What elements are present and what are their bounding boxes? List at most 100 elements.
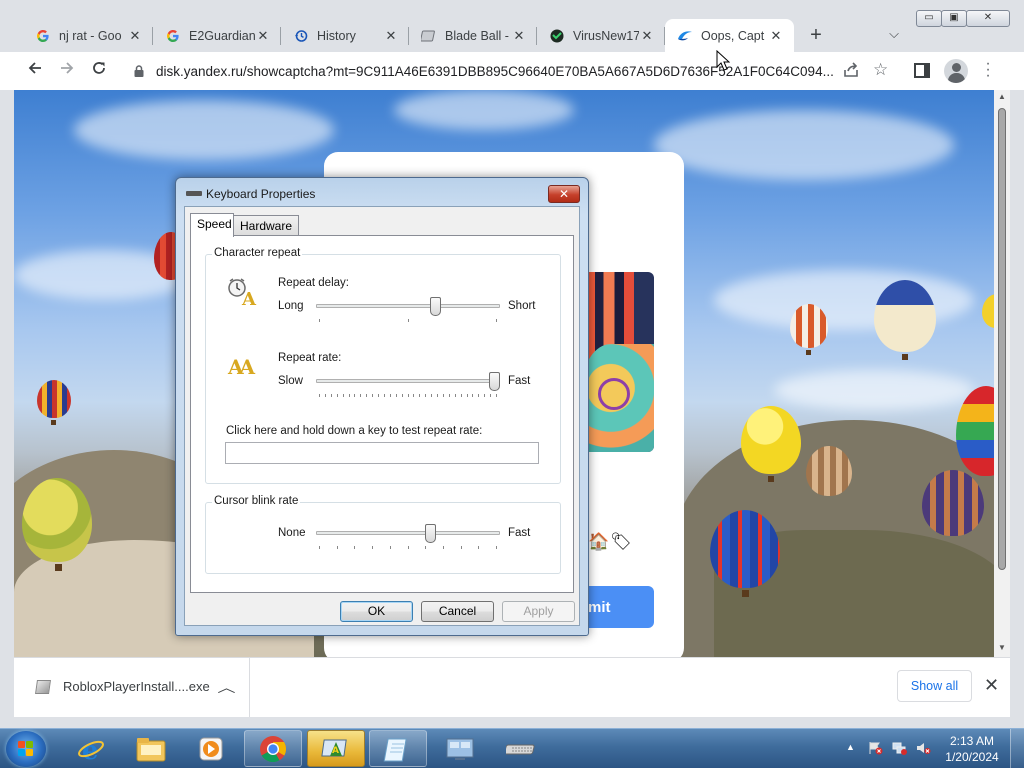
control-panel-icon[interactable]: A [307,730,365,767]
maximize-button[interactable]: ▣ [941,10,967,27]
group-label: Character repeat [212,247,303,259]
test-repeat-input[interactable] [225,442,539,464]
tab-blade-ball[interactable]: Blade Ball - ✕ [409,19,537,52]
repeat-rate-slider[interactable] [316,370,500,400]
tab-nj-rat[interactable]: nj rat - Goo ✕ [23,19,153,52]
tab-strip: nj rat - Goo ✕ E2Guardian ✕ History ✕ Bl… [0,0,1024,52]
apply-button[interactable]: Apply [502,601,575,622]
repeat-rate-min-label: Slow [278,375,303,387]
captcha-image[interactable] [582,272,654,452]
chevron-up-icon[interactable]: ︿ [217,677,235,696]
history-clock-icon [293,28,309,44]
media-player-icon[interactable] [182,730,240,767]
repeat-delay-min-label: Long [278,300,304,312]
display-settings-icon[interactable] [431,730,489,767]
page-scrollbar[interactable]: ▲ ▼ [994,90,1010,657]
tab-oops-captcha[interactable]: Oops, Capt ✕ [665,19,794,52]
address-bar[interactable]: disk.yandex.ru/showcaptcha?mt=9C911A46E6… [118,57,898,85]
tab-close-icon[interactable]: ✕ [255,28,271,44]
download-item[interactable]: RobloxPlayerInstall....exe ︿ [14,658,250,717]
ok-button[interactable]: OK [340,601,413,622]
side-panel-icon[interactable] [914,63,930,78]
keyboard-properties-dialog: Keyboard Properties ✕ Speed Hardware Cha… [175,177,589,636]
volume-muted-icon[interactable] [916,741,931,755]
clock-date[interactable]: 1/20/2024 [940,750,1004,764]
mouse-cursor-icon [716,49,731,72]
submit-button[interactable]: mit [582,586,654,628]
tab-title: Oops, Capt [701,28,765,43]
tab-hardware[interactable]: Hardware [233,215,299,236]
lock-icon[interactable] [132,64,146,78]
dialog-title: Keyboard Properties [206,187,316,201]
speed-tab-page: Character repeat A Repeat delay: Long Sh… [190,235,574,593]
minimize-button[interactable]: ▭ [916,10,942,27]
cursor-blink-min-label: None [278,527,306,539]
tab-title: Blade Ball - [445,28,509,43]
slider-ticks [319,546,497,550]
cursor-blink-max-label: Fast [508,527,531,539]
tab-close-icon[interactable]: ✕ [639,28,655,44]
tab-close-icon[interactable]: ✕ [768,28,784,44]
url-text[interactable]: disk.yandex.ru/showcaptcha?mt=9C911A46E6… [156,64,836,79]
cloud [654,110,954,180]
repeat-rate-aa-icon: AA [228,355,255,379]
installer-file-icon [35,680,51,694]
keyboard-icon [186,191,202,196]
google-g-icon [165,28,181,44]
network-icon[interactable] [892,741,907,755]
file-explorer-icon[interactable] [122,730,180,767]
cloud [74,100,334,160]
svg-text:A: A [332,746,339,756]
bookmark-star-icon[interactable]: ☆ [873,60,888,80]
slider-thumb[interactable] [430,297,441,316]
internet-explorer-icon[interactable]: e [62,730,120,767]
chrome-icon[interactable] [244,730,302,767]
back-arrow-icon[interactable] [23,60,47,82]
dialog-close-button[interactable]: ✕ [548,185,580,203]
start-button[interactable] [6,731,46,767]
new-tab-button[interactable]: + [806,24,826,46]
tab-close-icon[interactable]: ✕ [383,28,399,44]
tab-close-icon[interactable]: ✕ [127,28,143,44]
tab-virusnew[interactable]: VirusNew17 ✕ [537,19,665,52]
yandex-disk-icon [677,28,693,44]
slider-thumb[interactable] [425,524,436,543]
repeat-rate-max-label: Fast [508,375,531,387]
cancel-button[interactable]: Cancel [421,601,494,622]
tab-close-icon[interactable]: ✕ [511,28,527,44]
close-window-button[interactable]: ✕ [966,10,1010,27]
close-shelf-icon[interactable]: ✕ [984,675,999,696]
tab-search-chevron-icon[interactable]: ⌵ [884,26,904,44]
cursor-blink-slider[interactable] [316,522,500,552]
scroll-down-icon[interactable]: ▼ [994,643,1010,655]
keyboard-icon[interactable] [493,730,551,767]
show-desktop-button[interactable] [1010,729,1024,768]
repeat-delay-label: Repeat delay: [278,277,349,289]
slider-ticks [319,394,497,398]
slider-thumb[interactable] [489,372,500,391]
download-filename[interactable]: RobloxPlayerInstall....exe [63,679,210,694]
repeat-delay-max-label: Short [508,300,536,312]
repeat-delay-slider[interactable] [316,295,500,325]
profile-avatar-icon[interactable] [944,59,968,83]
scroll-up-icon[interactable]: ▲ [994,92,1010,104]
action-center-flag-icon[interactable] [868,741,883,755]
tab-history[interactable]: History ✕ [281,19,409,52]
clock-time[interactable]: 2:13 AM [946,734,998,748]
repeat-rate-label: Repeat rate: [278,352,342,364]
captcha-hint-icons: 🏠🏷 [588,532,633,551]
browser-toolbar: disk.yandex.ru/showcaptcha?mt=9C911A46E6… [0,52,1024,90]
tab-e2guardian[interactable]: E2Guardian ✕ [153,19,281,52]
virusnew-icon [549,28,565,44]
group-label: Cursor blink rate [212,495,301,507]
tab-title: VirusNew17 [573,28,639,43]
reload-icon[interactable] [87,60,111,82]
show-all-button[interactable]: Show all [897,670,972,702]
tab-speed[interactable]: Speed [190,213,234,237]
forward-arrow-icon[interactable] [55,60,79,82]
share-icon[interactable] [842,61,862,81]
show-hidden-icons-chevron-icon[interactable]: ▲ [846,742,855,752]
scrollbar-thumb[interactable] [998,108,1006,570]
menu-kebab-icon[interactable]: · · · [982,56,994,84]
notepad-icon[interactable] [369,730,427,767]
